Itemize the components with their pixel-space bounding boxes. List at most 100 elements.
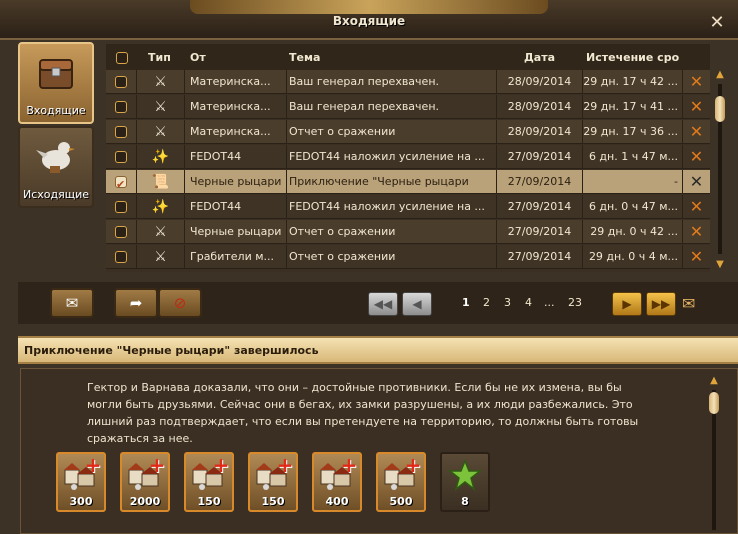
delete-selected-button[interactable]: ⊘ <box>158 288 202 318</box>
col-from[interactable]: От <box>190 51 206 64</box>
row-type: ⚔ <box>136 220 184 244</box>
row-from: Черные рыцари <box>184 170 286 194</box>
delete-message-icon[interactable]: ✕ <box>682 120 710 144</box>
close-icon[interactable]: ✕ <box>706 12 728 34</box>
message-row[interactable]: ⚔ Материнска... Отчет о сражении 28/09/2014… <box>106 120 710 144</box>
forward-button[interactable]: ➦ <box>114 288 158 318</box>
plus-icon: + <box>276 453 294 477</box>
row-type: ✨ <box>136 195 184 219</box>
message-row[interactable]: ✔ 📜 Черные рыцари Приключение "Черные рыцар… <box>106 170 710 194</box>
row-checkbox[interactable]: ✔ <box>106 170 136 194</box>
prev-page-button[interactable]: ◀ <box>402 292 432 316</box>
plus-icon: + <box>84 453 102 477</box>
row-from: FEDOT44 <box>184 195 286 219</box>
reward-item[interactable]: +500 <box>376 452 426 512</box>
message-row[interactable]: ✨ FEDOT44 FEDOT44 наложил усиление на ... 2… <box>106 145 710 169</box>
envelope-icon: ✉ <box>65 294 79 312</box>
page-number[interactable]: 23 <box>568 296 582 309</box>
tab-inbox[interactable]: Входящие <box>18 42 94 124</box>
message-row[interactable]: ⚔ Материнска... Ваш генерал перехвачен. 28/… <box>106 95 710 119</box>
delete-message-icon[interactable]: ✕ <box>682 170 710 194</box>
page-number[interactable]: 4 <box>525 296 532 309</box>
crossed-swords-icon: ⚔ <box>154 124 167 140</box>
row-checkbox[interactable] <box>106 120 136 144</box>
row-type: ⚔ <box>136 245 184 269</box>
row-date: 27/09/2014 <box>496 170 582 194</box>
message-subject-bar: Приключение "Черные рыцари" завершилось <box>18 336 738 364</box>
delete-message-icon[interactable]: ✕ <box>682 220 710 244</box>
body-scroll-thumb[interactable] <box>709 392 719 414</box>
message-list: Тип От Тема Дата Истечение сро ⚔ Материнс… <box>106 44 710 272</box>
row-from: Материнска... <box>184 120 286 144</box>
reward-item[interactable]: +150 <box>184 452 234 512</box>
row-type: ✨ <box>136 145 184 169</box>
pigeon-icon <box>36 142 75 173</box>
reward-qty: 150 <box>197 495 221 508</box>
delete-message-icon[interactable]: ✕ <box>682 195 710 219</box>
body-scrollbar[interactable]: ▲ <box>706 376 722 534</box>
row-expires: 29 дн. 0 ч 4 м... <box>582 245 682 269</box>
reward-item[interactable]: +2000 <box>120 452 170 512</box>
page-number[interactable]: 1 <box>462 296 470 309</box>
scroll-up-icon[interactable]: ▲ <box>714 70 726 80</box>
tab-outbox-label: Исходящие <box>22 188 90 201</box>
mail-window: Входящие ✕ Входящие Исходящие Тип От Тем… <box>0 0 738 534</box>
last-page-button[interactable]: ▶▶ <box>646 292 676 316</box>
row-expires: 29 дн. 17 ч 41 ... <box>582 95 682 119</box>
col-type[interactable]: Тип <box>148 51 171 64</box>
scroll-thumb[interactable] <box>715 96 725 122</box>
row-checkbox[interactable] <box>106 95 136 119</box>
row-date: 28/09/2014 <box>496 70 582 94</box>
col-date[interactable]: Дата <box>524 51 555 64</box>
delete-message-icon[interactable]: ✕ <box>682 145 710 169</box>
reward-qty: 150 <box>261 495 285 508</box>
row-checkbox[interactable] <box>106 245 136 269</box>
list-toolbar: ✉ ➦ ⊘ ◀◀ ◀ 1 2 3 4... 23 ▶ ▶▶ ✉ <box>18 282 738 324</box>
col-expires[interactable]: Истечение сро <box>586 51 679 64</box>
mark-read-envelope-icon[interactable]: ✉ <box>682 294 695 313</box>
row-checkbox[interactable] <box>106 145 136 169</box>
new-message-button[interactable]: ✉ <box>50 288 94 318</box>
reward-qty: 8 <box>461 495 469 508</box>
title-ornament <box>190 0 548 14</box>
row-expires: 29 дн. 17 ч 42 ... <box>582 70 682 94</box>
row-from: Грабители м... <box>184 245 286 269</box>
first-page-button[interactable]: ◀◀ <box>368 292 398 316</box>
sparkle-buff-icon: ✨ <box>151 149 170 165</box>
message-row[interactable]: ⚔ Материнска... Ваш генерал перехвачен. 28/… <box>106 70 710 94</box>
select-all-checkbox[interactable] <box>116 51 128 64</box>
no-entry-icon: ⊘ <box>173 294 187 312</box>
page-number[interactable]: 2 <box>483 296 490 309</box>
reward-item[interactable]: 8 <box>440 452 490 512</box>
title-bar: Входящие ✕ <box>0 0 738 40</box>
row-checkbox[interactable] <box>106 70 136 94</box>
reward-item[interactable]: +300 <box>56 452 106 512</box>
row-checkbox[interactable] <box>106 220 136 244</box>
next-page-button[interactable]: ▶ <box>612 292 642 316</box>
tab-outbox[interactable]: Исходящие <box>18 126 94 208</box>
row-expires: - <box>582 170 682 194</box>
reward-item[interactable]: +150 <box>248 452 298 512</box>
row-type: ⚔ <box>136 120 184 144</box>
delete-message-icon[interactable]: ✕ <box>682 95 710 119</box>
row-from: Материнска... <box>184 70 286 94</box>
body-scroll-up-icon[interactable]: ▲ <box>708 376 720 386</box>
message-row[interactable]: ⚔ Черные рыцари Отчет о сражении 27/09/2014… <box>106 220 710 244</box>
reward-item[interactable]: +400 <box>312 452 362 512</box>
row-type: ⚔ <box>136 95 184 119</box>
delete-message-icon[interactable]: ✕ <box>682 245 710 269</box>
row-from: FEDOT44 <box>184 145 286 169</box>
green-star-icon <box>446 458 484 492</box>
page-ellipsis: ... <box>544 296 555 309</box>
row-date: 27/09/2014 <box>496 145 582 169</box>
scroll-down-icon[interactable]: ▼ <box>714 260 726 270</box>
message-row[interactable]: ✨ FEDOT44 FEDOT44 наложил усиление на ... 2… <box>106 195 710 219</box>
window-title: Входящие <box>332 14 406 28</box>
message-row[interactable]: ⚔ Грабители м... Отчет о сражении 27/09/201… <box>106 245 710 269</box>
row-checkbox[interactable] <box>106 195 136 219</box>
list-scrollbar[interactable]: ▲ ▼ <box>712 70 728 272</box>
col-subject[interactable]: Тема <box>289 51 320 64</box>
delete-message-icon[interactable]: ✕ <box>682 70 710 94</box>
page-number[interactable]: 3 <box>504 296 511 309</box>
row-subject: FEDOT44 наложил усиление на ... <box>286 145 496 169</box>
